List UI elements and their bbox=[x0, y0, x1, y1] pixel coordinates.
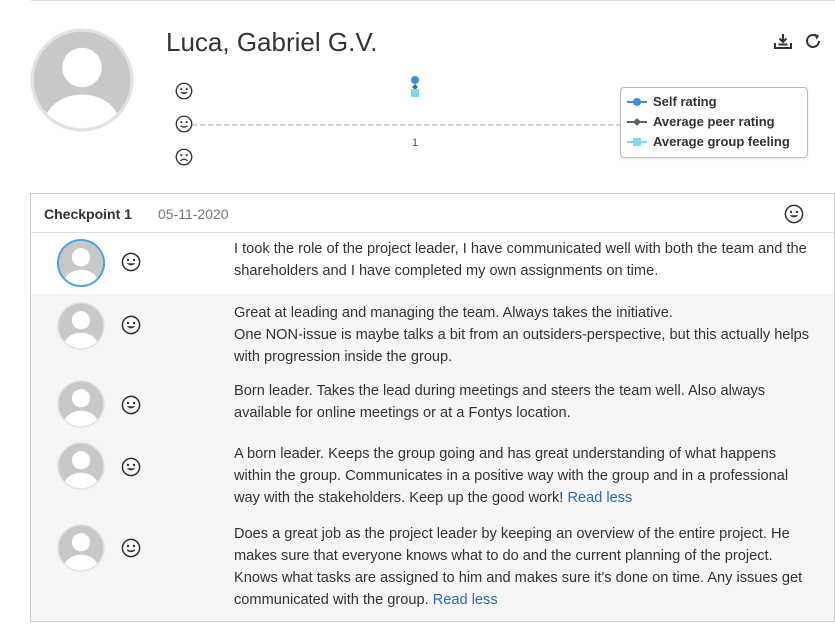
checkpoint-date: 05-11-2020 bbox=[158, 206, 229, 222]
export-icon[interactable] bbox=[773, 31, 793, 51]
feedback-text: I took the role of the project leader, I… bbox=[234, 238, 814, 282]
feedback-text: A born leader. Keeps the group going and… bbox=[234, 443, 814, 509]
refresh-icon[interactable] bbox=[803, 31, 823, 51]
feedback-body: A born leader. Keeps the group going and… bbox=[234, 446, 789, 506]
feedback-row: A born leader. Keeps the group going and… bbox=[31, 432, 834, 512]
peer-avatar bbox=[57, 302, 105, 350]
happy-face-icon bbox=[121, 252, 141, 272]
legend-peer-rating-marker bbox=[627, 117, 647, 126]
toolbar bbox=[773, 31, 823, 51]
peer-avatar bbox=[57, 380, 105, 428]
legend-group-feeling-marker bbox=[627, 137, 647, 146]
neutral-face-icon bbox=[121, 538, 141, 558]
point-average-group-feeling[interactable] bbox=[411, 89, 419, 97]
profile-name: Luca, Gabriel G.V. bbox=[166, 27, 378, 57]
feedback-text: Does a great job as the project leader b… bbox=[234, 523, 814, 611]
legend-average-group-feeling[interactable]: Average group feeling bbox=[627, 134, 790, 149]
legend-self-rating-marker bbox=[627, 97, 647, 106]
feedback-line: Great at leading and managing the team. … bbox=[234, 305, 673, 321]
feedback-body: I took the role of the project leader, I… bbox=[234, 241, 807, 279]
point-self-rating[interactable] bbox=[411, 76, 419, 84]
happy-face-icon bbox=[121, 395, 141, 415]
happy-face-icon bbox=[784, 204, 804, 224]
feedback-text: Born leader. Takes the lead during meeti… bbox=[234, 380, 814, 424]
read-less-link[interactable]: Read less bbox=[567, 490, 632, 506]
checkpoint-title: Checkpoint 1 bbox=[44, 206, 132, 222]
peer-avatar bbox=[57, 524, 105, 572]
feedback-body: Born leader. Takes the lead during meeti… bbox=[234, 383, 766, 421]
legend-average-group-feeling-label: Average group feeling bbox=[653, 134, 790, 149]
feedback-row: I took the role of the project leader, I… bbox=[31, 233, 834, 294]
profile-avatar bbox=[30, 28, 134, 132]
feedback-text: Great at leading and managing the team. … bbox=[234, 302, 814, 368]
feedback-line: One NON-issue is maybe talks a bit from … bbox=[234, 327, 810, 365]
chart-legend: Self rating Average peer rating Average … bbox=[620, 87, 808, 158]
legend-self-rating-label: Self rating bbox=[653, 94, 717, 109]
checkpoint-panel: Checkpoint 1 05-11-2020 I took the role … bbox=[30, 193, 835, 622]
legend-self-rating[interactable]: Self rating bbox=[627, 94, 717, 109]
legend-average-peer-rating[interactable]: Average peer rating bbox=[627, 114, 775, 129]
feedback-row: Does a great job as the project leader b… bbox=[31, 512, 834, 620]
top-divider bbox=[31, 0, 835, 1]
happy-face-icon bbox=[121, 315, 141, 335]
self-avatar bbox=[57, 239, 105, 287]
checkpoint-header: Checkpoint 1 05-11-2020 bbox=[31, 194, 834, 233]
read-less-link[interactable]: Read less bbox=[433, 592, 498, 608]
feedback-body: Does a great job as the project leader b… bbox=[234, 526, 803, 608]
x-tick-label: 1 bbox=[412, 137, 418, 149]
peer-avatar bbox=[57, 442, 105, 490]
legend-average-peer-rating-label: Average peer rating bbox=[653, 114, 775, 129]
feedback-row: Great at leading and managing the team. … bbox=[31, 294, 834, 370]
feedback-row: Born leader. Takes the lead during meeti… bbox=[31, 370, 834, 432]
rating-chart: 1 Self rating Average peer rating Averag… bbox=[165, 70, 835, 180]
happy-face-icon bbox=[121, 457, 141, 477]
